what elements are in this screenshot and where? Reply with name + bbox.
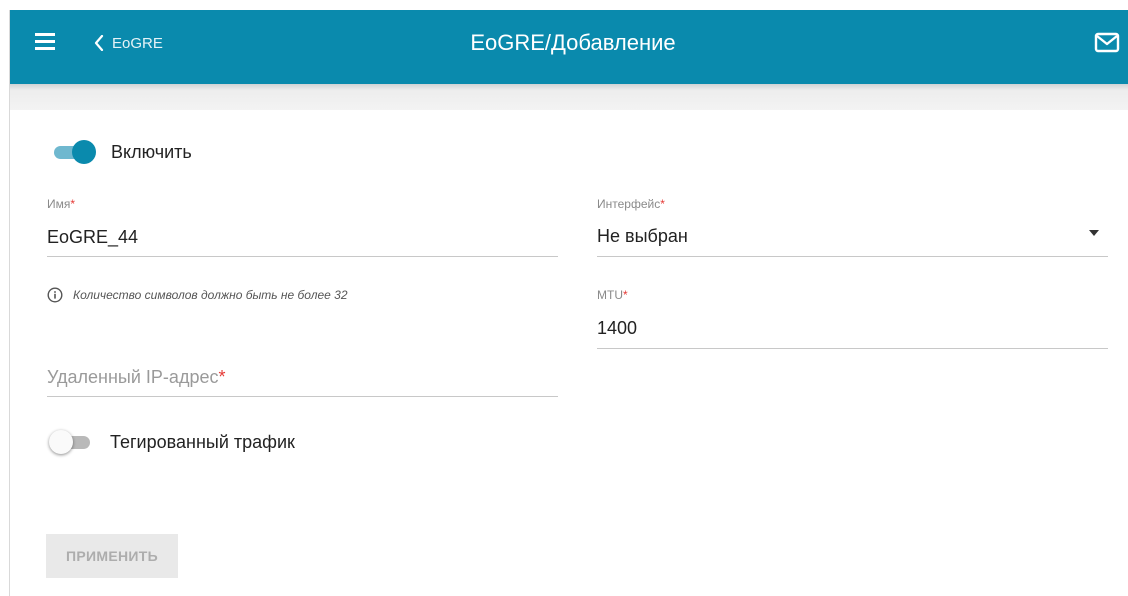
tagged-traffic-toggle-knob [49, 430, 73, 454]
name-hint-text: Количество символов должно быть не более… [73, 288, 348, 302]
name-hint: Количество символов должно быть не более… [47, 287, 348, 303]
app-window: EoGRE EoGRE/Добавление Включить Имя* Кол… [0, 0, 1128, 596]
remote-ip-underline [47, 396, 558, 397]
mtu-input-underline [597, 348, 1108, 349]
back-link-label: EoGRE [112, 34, 163, 52]
remote-ip-input[interactable]: Удаленный IP-адрес* [47, 367, 225, 388]
chevron-left-icon [94, 35, 104, 51]
name-input-underline [47, 256, 558, 257]
required-mark: * [70, 197, 76, 211]
name-field-label: Имя* [47, 197, 75, 211]
mtu-input[interactable] [597, 317, 1107, 339]
interface-label-text: Интерфейс [597, 197, 661, 211]
name-input[interactable] [47, 226, 557, 248]
required-mark: * [660, 197, 665, 211]
tagged-traffic-label: Тегированный трафик [110, 432, 295, 452]
back-link[interactable]: EoGRE [94, 29, 163, 57]
name-label-text: Имя [47, 197, 71, 211]
header-shadow [10, 84, 1128, 110]
enable-label: Включить [111, 142, 192, 162]
info-circle-icon [47, 287, 63, 303]
interface-field-label: Интерфейс* [597, 197, 665, 211]
mtu-label-text: MTU [597, 288, 623, 302]
caret-down-icon[interactable] [1088, 229, 1100, 237]
tagged-traffic-toggle[interactable] [49, 429, 95, 455]
enable-toggle-knob [72, 140, 96, 164]
page-title: EoGRE/Добавление [470, 30, 676, 55]
mtu-field-label: MTU* [597, 288, 628, 302]
required-mark: * [218, 367, 226, 387]
remote-ip-label-text: Удаленный IP-адрес [47, 367, 219, 387]
enable-toggle[interactable] [51, 139, 97, 165]
envelope-icon[interactable] [1094, 32, 1120, 54]
required-mark: * [623, 288, 628, 302]
interface-select-underline [597, 256, 1108, 257]
apply-button[interactable]: ПРИМЕНИТЬ [46, 534, 178, 578]
hamburger-menu-icon[interactable] [35, 33, 57, 53]
interface-select[interactable]: Не выбран [597, 226, 1077, 248]
